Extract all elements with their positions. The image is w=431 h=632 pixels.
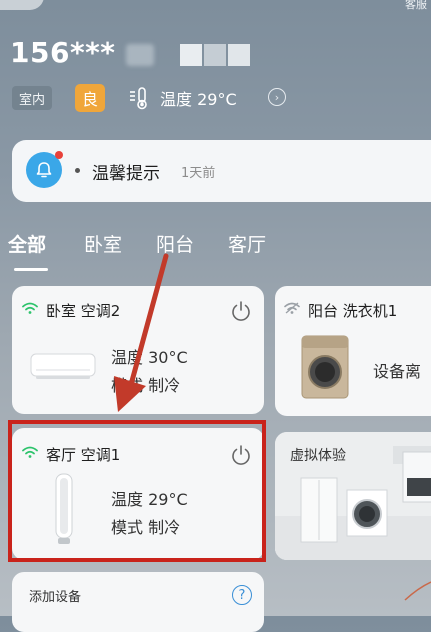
red-arrow-icon: [114, 253, 431, 601]
